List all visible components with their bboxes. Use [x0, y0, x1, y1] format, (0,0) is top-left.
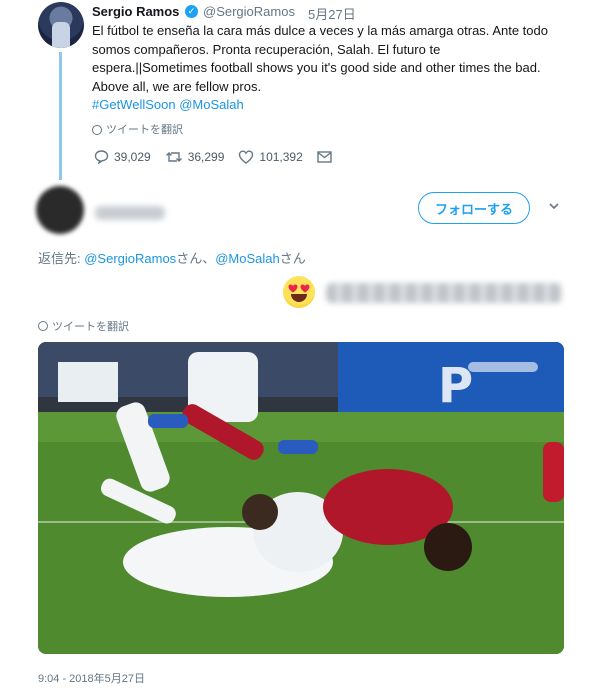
hashtag-link[interactable]: #GetWellSoon [92, 97, 176, 112]
tweet-text-line: somos compañeros. Pronta recuperación, S… [92, 41, 441, 57]
envelope-icon [317, 151, 332, 163]
reply-icon [94, 150, 109, 164]
author-handle[interactable]: @SergioRamos [203, 4, 295, 19]
author-name[interactable]: Sergio Ramos [92, 4, 179, 19]
translate-label: ツイートを翻訳 [106, 123, 183, 136]
heart-eyes-emoji-icon [283, 276, 315, 308]
blurred-reply-text [326, 283, 562, 303]
reply-button[interactable]: 39,029 [94, 150, 151, 164]
mention-link[interactable]: @MoSalah [179, 97, 244, 112]
retweet-icon [165, 152, 182, 162]
honorific-1: さん、 [176, 251, 216, 266]
translate-label: ツイートを翻訳 [52, 321, 129, 333]
reply-count: 39,029 [114, 150, 151, 164]
retweet-count: 36,299 [187, 150, 225, 164]
tweet-date[interactable]: 5月27日 [308, 4, 356, 23]
like-button[interactable]: 101,392 [238, 150, 303, 164]
retweet-button[interactable]: 36,299 [165, 150, 225, 164]
direct-message-button[interactable] [317, 151, 332, 163]
reply-timestamp[interactable]: 9:04 - 2018年5月27日 [38, 670, 145, 686]
like-count: 101,392 [259, 150, 303, 164]
sergio-ramos-avatar[interactable] [38, 2, 84, 48]
globe-icon [38, 321, 48, 331]
tweet-body: El fútbol te enseña la cara más dulce a … [92, 22, 572, 140]
football-tackle-photo: P [38, 342, 564, 654]
follow-button[interactable]: フォローする [418, 192, 530, 224]
mention-sergio-link[interactable]: @SergioRamos [84, 251, 176, 266]
reply-author-avatar[interactable] [36, 186, 84, 234]
heart-icon [239, 150, 254, 164]
chevron-down-icon[interactable] [548, 200, 560, 212]
honorific-2: さん [279, 251, 306, 266]
tweet-actions: 39,029 36,299 101,392 [94, 150, 346, 164]
replying-prefix: 返信先: [38, 251, 85, 266]
blurred-reply-handle [95, 206, 165, 220]
tweet-text-line: El fútbol te enseña la cara más dulce a … [92, 23, 548, 38]
verified-badge-icon: ✓ [185, 5, 198, 18]
thread-connector-line [59, 52, 62, 180]
mention-salah-link[interactable]: @MoSalah [215, 251, 280, 266]
translate-tweet-link[interactable]: ツイートを翻訳 [92, 121, 572, 140]
tweet-text-line: Above all, we are fellow pros. [92, 78, 262, 94]
translate-reply-link[interactable]: ツイートを翻訳 [38, 318, 129, 334]
globe-icon [92, 125, 102, 136]
svg-text:P: P [438, 358, 473, 414]
tweet-text-line: espera.||Sometimes football shows you it… [92, 60, 541, 76]
replying-to-line: 返信先: @SergioRamosさん、@MoSalahさん [38, 248, 306, 267]
attached-photo[interactable]: P [38, 342, 564, 654]
